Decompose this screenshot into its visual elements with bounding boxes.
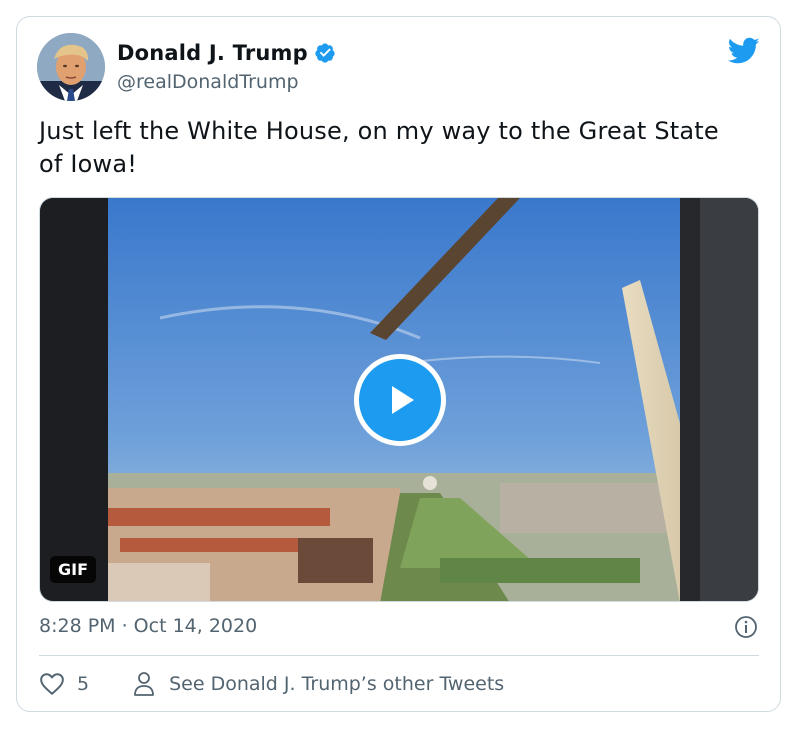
- like-button[interactable]: 5: [39, 672, 89, 696]
- author-name-row[interactable]: Donald J. Trump: [117, 41, 336, 65]
- person-icon: [134, 672, 154, 696]
- divider: [39, 655, 759, 656]
- see-other-tweets-link[interactable]: See Donald J. Trump’s other Tweets: [133, 671, 504, 697]
- author-handle[interactable]: @realDonaldTrump: [117, 71, 299, 93]
- tweet-card: Donald J. Trump @realDonaldTrump Just le…: [16, 16, 781, 712]
- tweet-media-gif[interactable]: GIF: [39, 197, 759, 602]
- tweet-actions: 5 See Donald J. Trump’s other Tweets: [39, 671, 504, 697]
- play-button[interactable]: [354, 354, 446, 446]
- heart-icon: [40, 673, 64, 695]
- twitter-bird-icon[interactable]: [728, 37, 760, 65]
- play-icon: [392, 386, 414, 414]
- tweet-timestamp[interactable]: 8:28 PM · Oct 14, 2020: [39, 615, 257, 637]
- gif-badge: GIF: [50, 556, 97, 583]
- verified-badge-icon: [315, 43, 335, 63]
- tweet-text: Just left the White House, on my way to …: [39, 117, 719, 178]
- info-icon[interactable]: [734, 615, 758, 639]
- author-display-name[interactable]: Donald J. Trump: [117, 41, 308, 65]
- avatar[interactable]: [37, 33, 105, 101]
- see-other-tweets-label[interactable]: See Donald J. Trump’s other Tweets: [169, 673, 504, 695]
- like-count: 5: [77, 673, 90, 695]
